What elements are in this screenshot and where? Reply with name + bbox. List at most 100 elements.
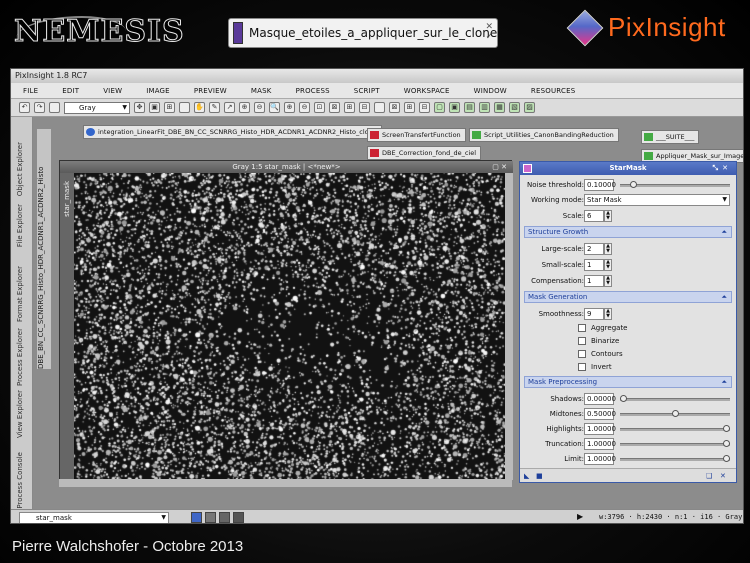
noise-threshold-input[interactable]: 0.10000 <box>584 179 616 191</box>
limit-knob[interactable] <box>723 455 730 462</box>
toolbar-tool-icon[interactable]: ⊖ <box>254 102 265 113</box>
collapse-icon[interactable]: ⏶ <box>721 377 727 387</box>
large-scale-spinner-icon[interactable]: ▲ ▼ <box>604 243 612 255</box>
checkbox-box[interactable] <box>578 363 586 371</box>
menu-workspace[interactable]: WORKSPACE <box>392 87 462 95</box>
toolbar-tool-icon[interactable]: ▦ <box>494 102 505 113</box>
truncation-knob[interactable] <box>723 440 730 447</box>
explorer-tab-file-explorer[interactable]: File Explorer <box>16 204 24 247</box>
toolbar-tool-icon[interactable]: ⊕ <box>239 102 250 113</box>
midtones-input[interactable]: 0.50000 <box>584 408 616 420</box>
toolbar-tool-icon[interactable]: ⊞ <box>404 102 415 113</box>
image-side-tab[interactable]: star_mask <box>60 173 74 480</box>
contours-checkbox[interactable]: Contours <box>578 349 678 360</box>
toolbar-tool-icon[interactable]: ▢ <box>434 102 445 113</box>
image-window[interactable]: Gray 1:5 star_mask | <*new*> ▢ ✕ star_ma… <box>59 160 513 480</box>
working-mode-select[interactable]: Star Mask <box>584 194 730 206</box>
new-instance-icon[interactable]: ◣ <box>524 472 532 480</box>
channel-icon[interactable] <box>233 512 244 523</box>
highlights-input[interactable]: 1.00000 <box>584 423 616 435</box>
aggregate-checkbox[interactable]: Aggregate <box>578 323 678 334</box>
compensation-input[interactable]: 1 <box>584 275 604 287</box>
toolbar-tool-icon[interactable]: ▧ <box>509 102 520 113</box>
shadows-knob[interactable] <box>620 395 627 402</box>
toolbar-tool-icon[interactable]: ▣ <box>449 102 460 113</box>
smoothness-input[interactable]: 9 <box>584 308 604 320</box>
scale-input[interactable]: 6 <box>584 210 604 222</box>
view-selector[interactable]: star_mask <box>19 512 169 523</box>
small-scale-input[interactable]: 1 <box>584 259 604 271</box>
shadows-slider[interactable] <box>620 398 730 401</box>
highlights-knob[interactable] <box>723 425 730 432</box>
toolbar-tool-icon[interactable]: ↗ <box>224 102 235 113</box>
desktop-process-icon[interactable]: Script_Utilities_CanonBandingReduction <box>469 128 619 142</box>
banner-close-icons[interactable]: ✕ ✓ <box>485 22 493 42</box>
menu-mask[interactable]: MASK <box>239 87 284 95</box>
documentation-icon[interactable]: ❑ <box>706 472 714 480</box>
vertical-view-label[interactable]: DBE_BN_CC_SCNRRG_Histo_HDR_ACDNR1_ACDNR2… <box>37 129 51 369</box>
vertical-scrollbar[interactable] <box>505 173 513 480</box>
limit-input[interactable]: 1.00000 <box>584 453 616 465</box>
desktop-process-icon[interactable]: DBE_Correction_fond_de_ciel <box>367 146 482 160</box>
small-scale-spinner-icon[interactable]: ▲ ▼ <box>604 259 612 271</box>
menu-image[interactable]: IMAGE <box>134 87 182 95</box>
explorer-tab-format-explorer[interactable]: Format Explorer <box>16 266 24 322</box>
desktop-process-icon[interactable]: ScreenTransfertFunction <box>367 128 466 142</box>
toolbar-tool-icon[interactable]: 🔍 <box>269 102 280 113</box>
collapse-icon[interactable]: ⏶ <box>721 227 727 237</box>
menu-preview[interactable]: PREVIEW <box>182 87 239 95</box>
menu-file[interactable]: FILE <box>11 87 50 95</box>
checkbox-box[interactable] <box>578 350 586 358</box>
toolbar-tool-icon[interactable]: ⊡ <box>314 102 325 113</box>
invert-checkbox[interactable]: Invert <box>578 362 678 373</box>
toolbar-tool-icon[interactable]: ✥ <box>134 102 145 113</box>
midtones-knob[interactable] <box>671 410 679 417</box>
explorer-tab-view-explorer[interactable]: View Explorer <box>16 390 24 438</box>
desktop-process-icon[interactable]: ___SUITE___ <box>641 130 700 144</box>
mask-preprocessing-header[interactable]: Mask Preprocessing ⏶ <box>524 376 732 388</box>
large-scale-input[interactable]: 2 <box>584 243 604 255</box>
checkbox-box[interactable] <box>578 324 586 332</box>
dialog-controls-icon[interactable]: ⤡✕ <box>713 162 732 175</box>
toolbar-tool-icon[interactable] <box>49 102 60 113</box>
menu-script[interactable]: SCRIPT <box>342 87 392 95</box>
toolbar-tool-icon[interactable]: ↷ <box>34 102 45 113</box>
menu-process[interactable]: PROCESS <box>284 87 342 95</box>
desktop-process-icon[interactable]: integration_LinearFit_DBE_BN_CC_SCNRRG_H… <box>83 125 382 139</box>
toolbar-tool-icon[interactable]: ▤ <box>464 102 475 113</box>
menu-edit[interactable]: EDIT <box>50 87 91 95</box>
toolbar-tool-icon[interactable]: ✋ <box>194 102 205 113</box>
menu-resources[interactable]: RESOURCES <box>519 87 587 95</box>
play-icon[interactable]: ▶ <box>577 512 583 521</box>
menu-window[interactable]: WINDOW <box>462 87 519 95</box>
shadows-input[interactable]: 0.00000 <box>584 393 616 405</box>
channel-icon[interactable] <box>205 512 216 523</box>
toolbar-tool-icon[interactable]: ⊕ <box>284 102 295 113</box>
smoothness-spinner-icon[interactable]: ▲ ▼ <box>604 308 612 320</box>
scale-spinner-icon[interactable]: ▲ ▼ <box>604 210 612 222</box>
limit-slider[interactable] <box>620 458 730 461</box>
highlights-slider[interactable] <box>620 428 730 431</box>
toolbar-tool-icon[interactable]: ⊟ <box>419 102 430 113</box>
toolbar-tool-icon[interactable]: ⊞ <box>164 102 175 113</box>
explorer-tab-object-explorer[interactable]: Object Explorer <box>16 142 24 196</box>
binarize-checkbox[interactable]: Binarize <box>578 336 678 347</box>
toolbar-tool-icon[interactable]: ⊠ <box>389 102 400 113</box>
toolbar-tool-icon[interactable]: ▨ <box>524 102 535 113</box>
channel-rgb-icon[interactable] <box>191 512 202 523</box>
structure-growth-header[interactable]: Structure Growth ⏶ <box>524 226 732 238</box>
collapse-icon[interactable]: ⏶ <box>721 292 727 302</box>
toolbar-tool-icon[interactable]: ⊞ <box>344 102 355 113</box>
compensation-spinner-icon[interactable]: ▲ ▼ <box>604 275 612 287</box>
apply-global-icon[interactable]: ■ <box>536 472 544 480</box>
explorer-tab-process-explorer[interactable]: Process Explorer <box>16 328 24 386</box>
truncation-slider[interactable] <box>620 443 730 446</box>
channel-icon[interactable] <box>219 512 230 523</box>
color-mode-select[interactable]: Gray <box>64 101 130 114</box>
reset-icon[interactable]: ✕ <box>720 472 728 480</box>
toolbar-tool-icon[interactable]: ⊟ <box>359 102 370 113</box>
toolbar-tool-icon[interactable]: ⊠ <box>329 102 340 113</box>
star-mask-image[interactable] <box>74 173 505 480</box>
toolbar-tool-icon[interactable]: ↶ <box>19 102 30 113</box>
mask-generation-header[interactable]: Mask Generation ⏶ <box>524 291 732 303</box>
